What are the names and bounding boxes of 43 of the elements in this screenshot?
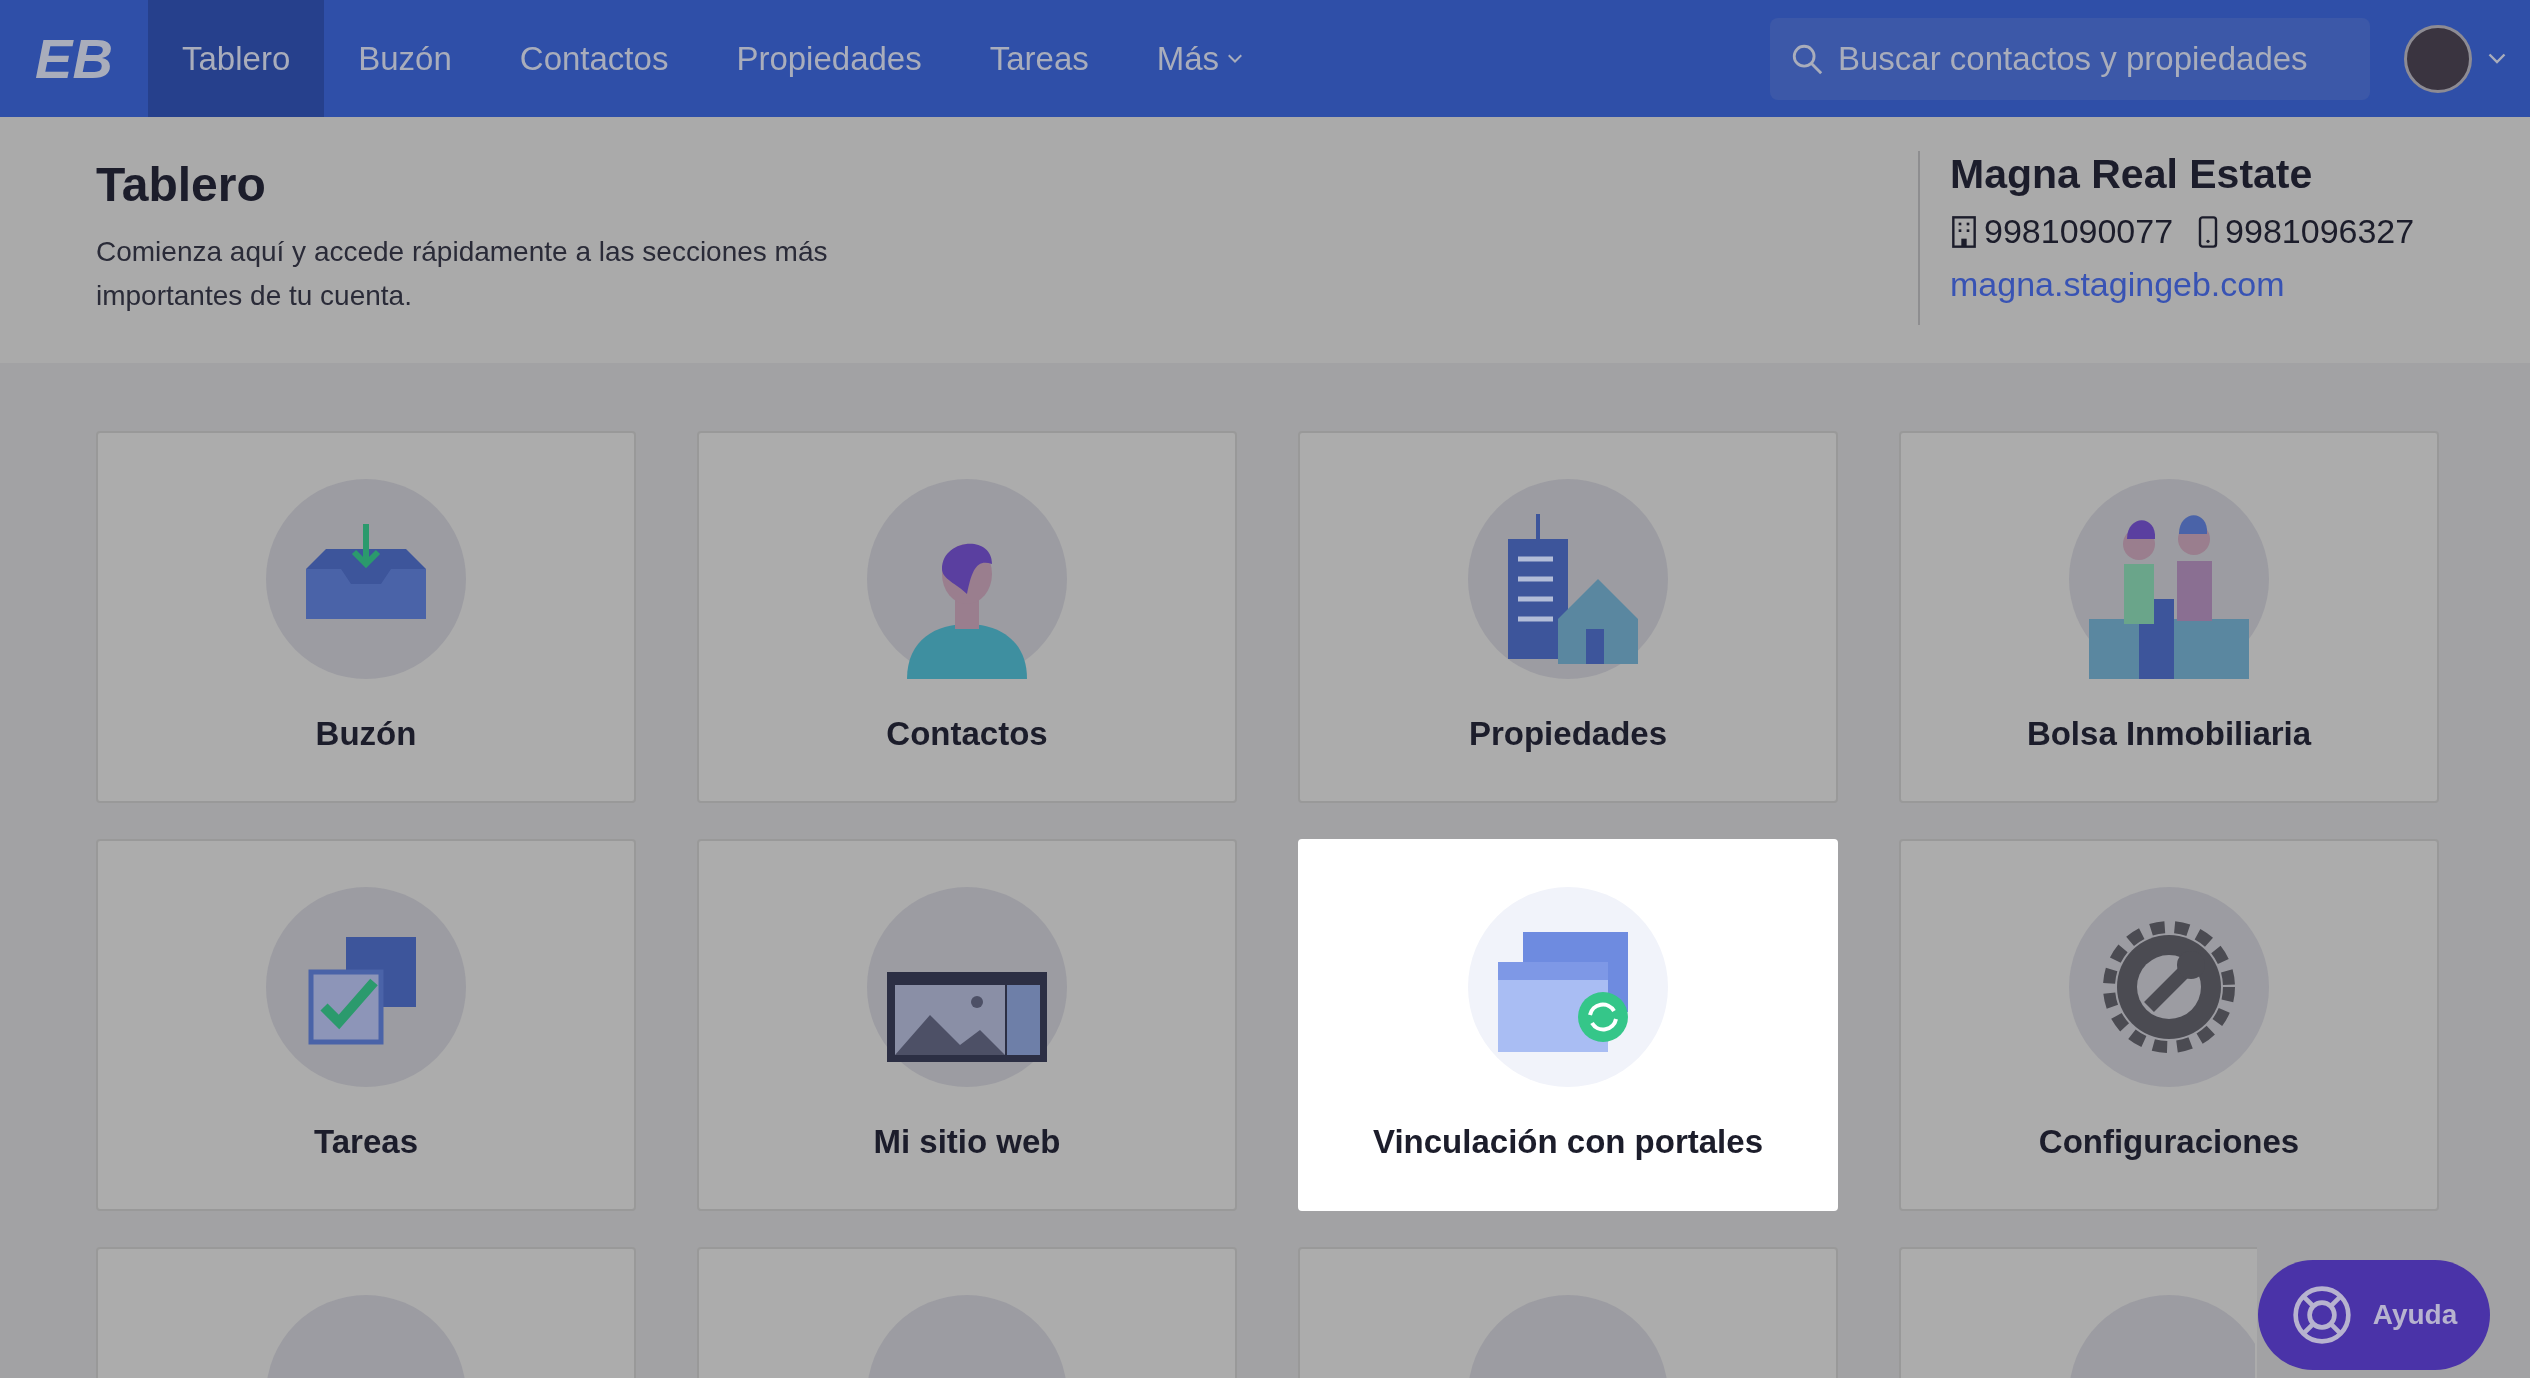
dashboard-card[interactable]: Vinculación con portales: [1298, 839, 1838, 1211]
account-name: Magna Real Estate: [1950, 151, 2314, 198]
card-title: Mi sitio web: [873, 1123, 1061, 1161]
card-title: Tareas: [314, 1123, 418, 1161]
people-city-icon: [2069, 479, 2269, 679]
building-icon: [1950, 215, 1978, 248]
website-link[interactable]: magna.stagingeb.com: [1950, 265, 2470, 304]
building-house-icon: [1468, 479, 1668, 679]
card-title: Bolsa Inmobiliaria: [2026, 715, 2312, 753]
dashboard-card[interactable]: Propiedades: [1298, 431, 1838, 803]
page-title: Tablero: [96, 157, 267, 212]
nav-tab[interactable]: Propiedades: [702, 0, 956, 117]
dashboard-card[interactable]: Bolsa Inmobiliaria: [1899, 431, 2439, 803]
nav-tab[interactable]: Tareas: [955, 0, 1123, 117]
card-title: Contactos: [886, 715, 1048, 753]
logo[interactable]: EB: [0, 26, 148, 91]
dashboard-card[interactable]: Mi sitio web: [697, 839, 1237, 1211]
nav-tab[interactable]: Contactos: [485, 0, 703, 117]
dashboard-card[interactable]: Configuraciones: [1899, 839, 2439, 1211]
caret-icon: [1227, 53, 1244, 64]
mobile-phone-icon: [2197, 215, 2220, 248]
floating-help-button[interactable]: Ayuda: [2258, 1260, 2490, 1370]
card-title: Configuraciones: [2038, 1123, 2300, 1161]
card-title: Vinculación con portales: [1373, 1123, 1763, 1161]
office-phone: 9981090077: [1984, 212, 2174, 251]
dashboard-card[interactable]: Buzón: [96, 431, 636, 803]
inbox-tray-icon: [266, 479, 466, 679]
sync-window-icon: [1468, 887, 1668, 1087]
lifebuoy-icon: [2290, 1284, 2353, 1346]
card-title: Buzón: [315, 715, 417, 753]
checkbox-icon: [266, 887, 466, 1087]
search-field[interactable]: Buscar contactos y propiedades: [1770, 17, 2370, 100]
caret-icon[interactable]: [2488, 52, 2506, 65]
browser-window-icon: [867, 887, 1067, 1087]
nav-tab[interactable]: Buzón: [324, 0, 486, 117]
dashboard-card[interactable]: Tareas: [96, 839, 636, 1211]
person-icon: [867, 479, 1067, 679]
dashboard-card[interactable]: Contactos: [697, 431, 1237, 803]
page-description: Comienza aquí y accede rápidamente a las secciones más importantes de tu cuenta.: [96, 235, 829, 313]
mobile-phone: 9981096327: [2225, 212, 2415, 251]
nav-tab[interactable]: Más: [1122, 0, 1278, 117]
card-title: Propiedades: [1468, 715, 1668, 753]
nav-tab[interactable]: Tablero: [148, 0, 325, 117]
